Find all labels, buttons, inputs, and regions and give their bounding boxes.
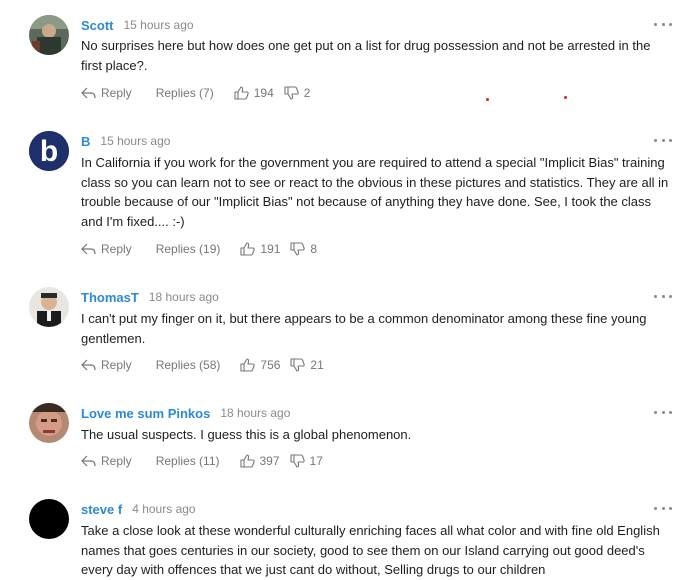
comment-text: I can't put my finger on it, but there a… [81,311,647,346]
comment-header: B 15 hours ago [81,132,170,150]
dislike-count: 2 [303,86,311,100]
thumbs-up-icon [240,242,256,256]
reply-arrow-icon [81,87,96,99]
author-name[interactable]: Love me sum Pinkos [81,406,210,421]
timestamp: 4 hours ago [132,502,196,516]
dislike-count: 8 [310,242,318,256]
reply-label: Reply [101,454,132,468]
comment-text: No surprises here but how does one get p… [81,38,651,73]
reply-button[interactable]: Reply [81,242,132,256]
more-options-icon[interactable] [654,19,672,29]
thumbs-down-icon [284,86,299,100]
thumbs-up-icon [240,358,256,372]
like-button[interactable]: 194 [234,86,274,100]
more-options-icon[interactable] [654,291,672,301]
reply-button[interactable]: Reply [81,86,132,100]
more-options-icon[interactable] [654,135,672,145]
timestamp: 18 hours ago [148,290,219,304]
replies-link[interactable]: Replies (11) [156,454,220,468]
avatar[interactable] [29,403,69,443]
dislike-button[interactable]: 8 [290,242,317,256]
reply-button[interactable]: Reply [81,358,132,372]
reply-label: Reply [101,242,132,256]
comment-actions: Reply Replies (58) 756 21 [81,356,324,374]
dislike-button[interactable]: 17 [289,454,323,468]
thumbs-down-icon [290,358,306,372]
author-name[interactable]: Scott [81,18,114,33]
comment-actions: Reply Replies (11) 397 17 [81,452,323,470]
comment-header: ThomasT 18 hours ago [81,288,219,306]
like-count: 191 [260,242,281,256]
reply-arrow-icon [81,455,96,467]
avatar[interactable]: b [29,131,69,171]
like-count: 194 [253,86,274,100]
timestamp: 15 hours ago [123,18,194,32]
avatar[interactable] [29,287,69,327]
dislike-button[interactable]: 21 [290,358,324,372]
comment-header: Love me sum Pinkos 18 hours ago [81,404,290,422]
timestamp: 18 hours ago [220,406,291,420]
more-options-icon[interactable] [654,503,672,513]
like-button[interactable]: 756 [240,358,280,372]
like-count: 756 [260,358,281,372]
avatar[interactable] [29,499,69,539]
like-button[interactable]: 191 [240,242,280,256]
more-options-icon[interactable] [654,407,672,417]
comment-text: In California if you work for the govern… [81,155,669,229]
comment-actions: Reply Replies (7) 194 2 [81,84,310,102]
red-dot-marker [486,98,489,101]
comment-text: The usual suspects. I guess this is a gl… [81,427,412,442]
avatar-letter: b [40,135,58,168]
author-name[interactable]: B [81,134,90,149]
dislike-count: 21 [310,358,324,372]
avatar[interactable] [29,15,69,55]
dislike-button[interactable]: 2 [284,86,311,100]
reply-arrow-icon [81,359,96,371]
like-button[interactable]: 397 [239,454,280,468]
comment-header: Scott 15 hours ago [81,16,194,34]
reply-button[interactable]: Reply [81,454,132,468]
thumbs-up-icon [234,86,249,100]
comment-header: steve f 4 hours ago [81,500,196,518]
comment-text: Take a close look at these wonderful cul… [81,523,660,577]
thumbs-down-icon [289,454,305,468]
replies-link[interactable]: Replies (19) [156,242,221,256]
like-count: 397 [259,454,280,468]
author-name[interactable]: steve f [81,502,122,517]
thumbs-up-icon [239,454,255,468]
replies-link[interactable]: Replies (58) [156,358,221,372]
replies-link[interactable]: Replies (7) [156,86,214,100]
author-name[interactable]: ThomasT [81,290,139,305]
timestamp: 15 hours ago [100,134,171,148]
thumbs-down-icon [290,242,306,256]
reply-label: Reply [101,86,132,100]
dislike-count: 17 [309,454,323,468]
reply-arrow-icon [81,243,96,255]
red-dot-marker [564,96,567,99]
comment-actions: Reply Replies (19) 191 8 [81,240,317,258]
reply-label: Reply [101,358,132,372]
